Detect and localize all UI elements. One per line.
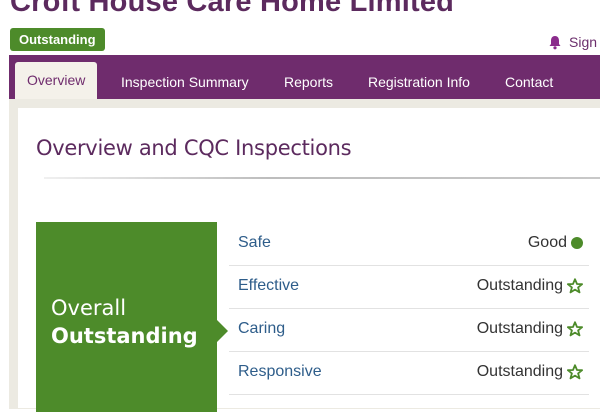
main-nav: Overview Inspection Summary Reports Regi… [9,55,600,99]
tab-reports[interactable]: Reports [284,55,333,99]
domain-rating: Outstanding [477,277,583,295]
overall-pointer-arrow [217,320,228,342]
tab-registration-info[interactable]: Registration Info [368,55,470,99]
page-title: Croft House Care Home Limited [10,0,455,18]
green-dot-icon [571,237,583,249]
star-icon [567,321,583,337]
overall-rating-box: Overall Outstanding [36,222,217,412]
overall-value: Outstanding [51,324,198,348]
domain-rating: Good [528,234,583,252]
signin-link[interactable]: Sign [548,34,597,50]
rating-badge: Outstanding [10,28,105,51]
section-title: Overview and CQC Inspections [36,136,352,160]
domain-row-caring[interactable]: Caring Outstanding [229,308,589,352]
domain-row-responsive[interactable]: Responsive Outstanding [229,351,589,395]
title-divider [44,177,600,179]
tab-contact[interactable]: Contact [505,55,553,99]
overall-label: Overall [51,296,127,320]
domain-name[interactable]: Safe [238,234,271,252]
domain-row-effective[interactable]: Effective Outstanding [229,265,589,309]
bell-icon [548,35,562,50]
tab-overview[interactable]: Overview [15,62,98,99]
domain-name[interactable]: Responsive [238,363,322,381]
signin-label: Sign [569,34,598,50]
tab-inspection-summary[interactable]: Inspection Summary [121,55,249,99]
domain-rating-text: Outstanding [476,320,563,337]
domain-rating: Outstanding [477,320,583,338]
domain-row-safe[interactable]: Safe Good [229,222,589,266]
domain-rating-text: Good [527,234,567,251]
domain-rating: Outstanding [477,363,583,381]
domain-name[interactable]: Caring [238,320,285,338]
star-icon [567,364,583,380]
domain-rating-text: Outstanding [476,277,563,294]
domain-rating-text: Outstanding [476,363,563,380]
domain-name[interactable]: Effective [238,277,299,295]
star-icon [567,278,583,294]
